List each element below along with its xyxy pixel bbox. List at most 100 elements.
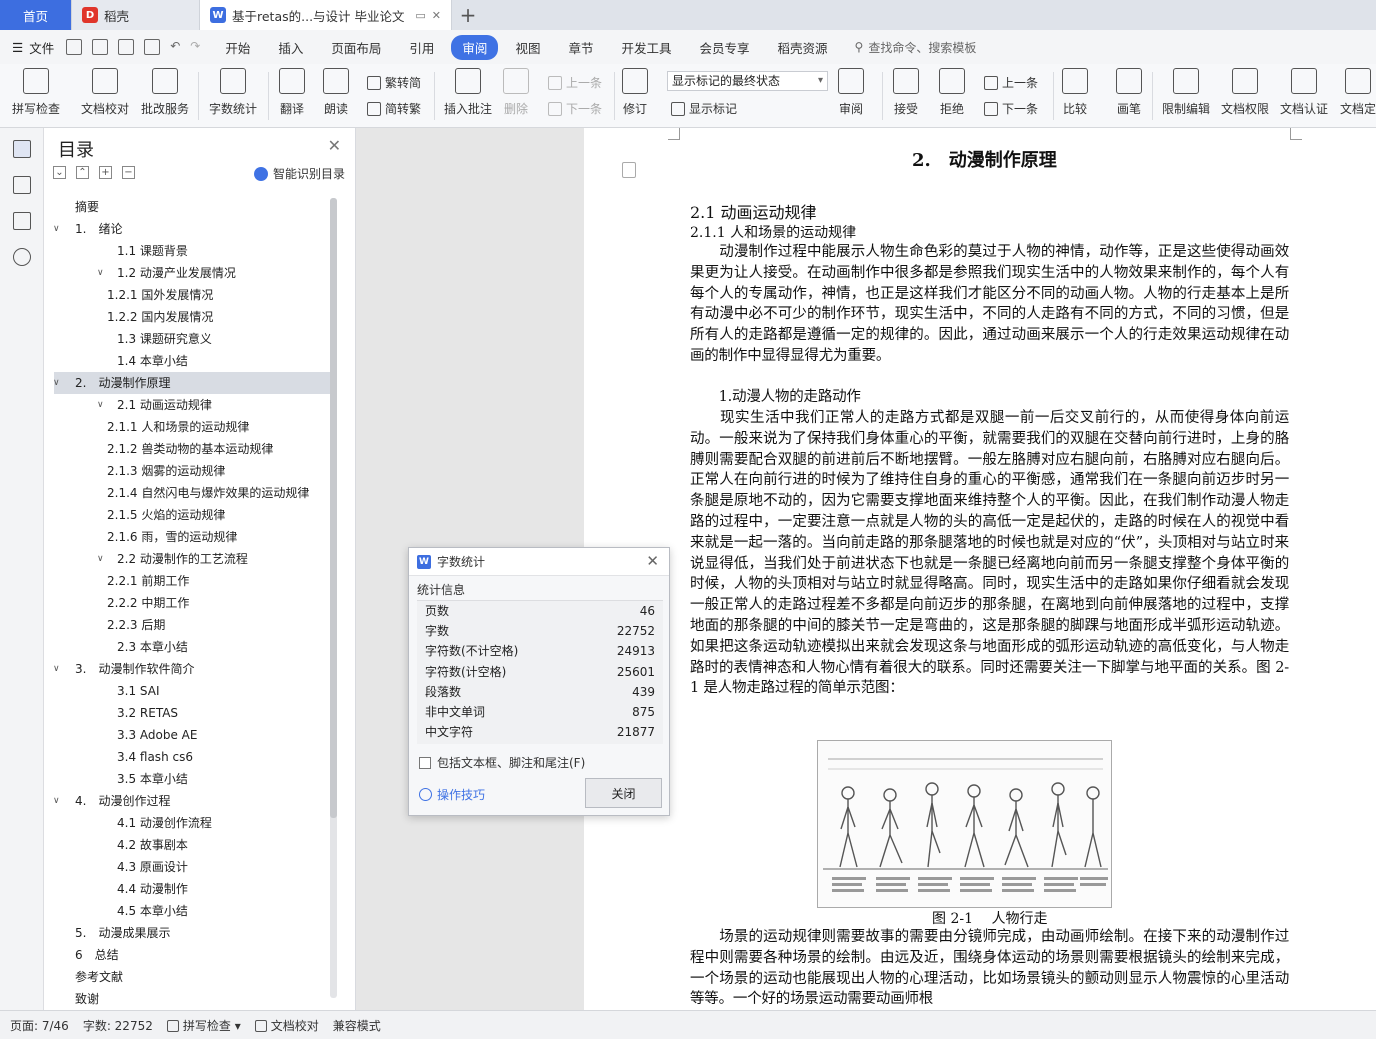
proofread-toggle[interactable]: 文档校对	[254, 1017, 319, 1034]
prev-change-button[interactable]: 上一条	[984, 74, 1038, 91]
save-icon[interactable]	[66, 39, 83, 55]
toc-item[interactable]: 2.1.6 雨，雪的运动规律	[54, 526, 330, 548]
redo-icon[interactable]: ↷	[190, 39, 200, 55]
smart-toc-button[interactable]: 智能识别目录	[253, 165, 345, 182]
translate-button[interactable]: 翻译	[279, 68, 305, 117]
print-icon[interactable]	[118, 39, 135, 55]
toc-item[interactable]: ∨ 1. 绪论	[53, 218, 330, 240]
toc-item[interactable]: 1.2.2 国内发展情况	[54, 306, 330, 328]
toc-item[interactable]: 4.2 故事剧本	[54, 834, 330, 856]
show-markup-button[interactable]: 显示标记	[671, 100, 737, 117]
toc-item[interactable]: 参考文献	[54, 966, 330, 988]
spell-check-toggle[interactable]: 拼写检查 ▾	[166, 1017, 241, 1034]
command-search[interactable]: ⚲ 查找命令、搜索模板	[855, 39, 977, 56]
track-changes-button[interactable]: 修订	[622, 68, 648, 117]
toc-item[interactable]: 4.1 动漫创作流程	[54, 812, 330, 834]
toc-item[interactable]: 2.2.2 中期工作	[54, 592, 330, 614]
toc-item[interactable]: 3.1 SAI	[54, 680, 330, 702]
ribbon-tab-1[interactable]: 插入	[267, 35, 314, 60]
chapter-nav-icon[interactable]	[13, 176, 31, 194]
compare-button[interactable]: 比较	[1062, 68, 1088, 117]
dialog-titlebar[interactable]: W 字数统计 ✕	[409, 548, 669, 576]
toc-item[interactable]: 4.4 动漫制作	[54, 878, 330, 900]
delete-comment-button[interactable]: 删除	[503, 68, 529, 117]
chevron-down-icon[interactable]: ∨	[97, 262, 104, 284]
chevron-down-icon[interactable]: ∨	[53, 372, 60, 394]
toc-item[interactable]: 2.1.5 火焰的运动规律	[54, 504, 330, 526]
accept-button[interactable]: 接受	[893, 68, 919, 117]
ribbon-tab-2[interactable]: 页面布局	[320, 35, 392, 60]
ribbon-tab-8[interactable]: 会员专享	[688, 35, 760, 60]
toc-item[interactable]: 2.1.3 烟雾的运动规律	[54, 460, 330, 482]
restrict-editing-button[interactable]: 限制编辑	[1162, 68, 1210, 117]
simp-to-trad-button[interactable]: 简转繁	[367, 100, 421, 117]
toc-item[interactable]: 致谢	[54, 988, 330, 1010]
document-tools-icon[interactable]	[622, 162, 636, 178]
trad-to-simp-button[interactable]: 繁转简	[367, 74, 421, 91]
close-icon[interactable]: ✕	[328, 136, 341, 155]
ribbon-tab-4[interactable]: 审阅	[451, 34, 499, 60]
export-icon[interactable]	[92, 39, 109, 55]
toc-item[interactable]: 2.3 本章小结	[54, 636, 330, 658]
tab-daoke[interactable]: D 稻壳	[72, 0, 200, 30]
toc-scrollbar[interactable]	[330, 198, 337, 998]
toc-item[interactable]: ∨ 2.1 动画运动规律	[54, 394, 330, 416]
chevron-down-icon[interactable]: ∨	[53, 658, 60, 680]
ribbon-tab-7[interactable]: 开发工具	[610, 35, 682, 60]
tips-link[interactable]: 操作技巧	[419, 786, 485, 803]
file-menu[interactable]: ☰ 文件	[12, 38, 54, 57]
ribbon-tab-6[interactable]: 章节	[557, 35, 604, 60]
review-pane-button[interactable]: 审阅	[838, 68, 864, 117]
toc-item[interactable]: 3.5 本章小结	[54, 768, 330, 790]
spell-check-button[interactable]: 拼写检查	[12, 68, 60, 117]
collapse-all-icon[interactable]: ⌃	[76, 166, 89, 179]
toc-item[interactable]: ∨ 2.2 动漫制作的工艺流程	[54, 548, 330, 570]
proofread-button[interactable]: 文档校对	[81, 68, 129, 117]
toc-item[interactable]: 1.1 课题背景	[54, 240, 330, 262]
search-icon[interactable]	[13, 248, 31, 266]
page-indicator[interactable]: 页面: 7/46	[10, 1017, 69, 1034]
undo-icon[interactable]: ↶	[170, 39, 180, 55]
toc-item[interactable]: 4.3 原画设计	[54, 856, 330, 878]
close-button[interactable]: 关闭	[585, 778, 662, 808]
toc-item[interactable]: 2.1.4 自然闪电与爆炸效果的运动规律	[54, 482, 330, 504]
ribbon-tab-5[interactable]: 视图	[504, 35, 551, 60]
toc-item[interactable]: 2.2.3 后期	[54, 614, 330, 636]
pen-button[interactable]: 画笔	[1116, 68, 1142, 117]
doc-verify-button[interactable]: 文档定	[1340, 68, 1376, 117]
toc-item[interactable]: 3.4 flash cs6	[54, 746, 330, 768]
doc-rights-button[interactable]: 文档权限	[1221, 68, 1269, 117]
chevron-down-icon[interactable]: ∨	[53, 218, 60, 240]
toc-item[interactable]: 2.2.1 前期工作	[54, 570, 330, 592]
toc-item[interactable]: 1.3 课题研究意义	[54, 328, 330, 350]
add-level-icon[interactable]: +	[99, 166, 112, 179]
insert-comment-button[interactable]: 插入批注	[444, 68, 492, 117]
read-aloud-button[interactable]: 朗读	[323, 68, 349, 117]
expand-all-icon[interactable]: ⌄	[53, 166, 66, 179]
toc-item[interactable]: 6 总结	[54, 944, 330, 966]
toc-item[interactable]: 2.1.2 兽类动物的基本运动规律	[54, 438, 330, 460]
toc-item[interactable]: 2.1.1 人和场景的运动规律	[54, 416, 330, 438]
reject-button[interactable]: 拒绝	[939, 68, 965, 117]
toc-item[interactable]: 摘要	[54, 196, 330, 218]
toc-scroll-thumb[interactable]	[330, 198, 337, 818]
new-tab-button[interactable]: +	[452, 0, 484, 30]
toc-item[interactable]: 1.4 本章小结	[54, 350, 330, 372]
batch-service-button[interactable]: 批改服务	[141, 68, 189, 117]
close-icon[interactable]: ✕	[646, 552, 659, 570]
toc-item[interactable]: 1.2.1 国外发展情况	[54, 284, 330, 306]
close-tab-icon[interactable]: ✕	[432, 9, 441, 22]
toc-item[interactable]: 3.2 RETAS	[54, 702, 330, 724]
toc-item[interactable]: 4.5 本章小结	[54, 900, 330, 922]
ribbon-tab-9[interactable]: 稻壳资源	[767, 35, 839, 60]
toc-item[interactable]: ∨ 1.2 动漫产业发展情况	[54, 262, 330, 284]
word-count-indicator[interactable]: 字数: 22752	[83, 1017, 153, 1034]
ribbon-tab-0[interactable]: 开始	[214, 35, 261, 60]
toc-item[interactable]: ∨ 4. 动漫创作过程	[53, 790, 330, 812]
toc-item[interactable]: 3.3 Adobe AE	[54, 724, 330, 746]
markup-state-select[interactable]: 显示标记的最终状态	[667, 71, 828, 91]
next-change-button[interactable]: 下一条	[984, 100, 1038, 117]
toc-item[interactable]: 5. 动漫成果展示	[54, 922, 330, 944]
doc-cert-button[interactable]: 文档认证	[1280, 68, 1328, 117]
toc-item[interactable]: ∨ 3. 动漫制作软件简介	[53, 658, 330, 680]
